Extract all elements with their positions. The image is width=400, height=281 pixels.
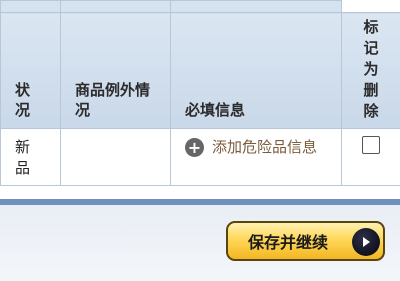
header-band-row bbox=[0, 0, 400, 13]
product-table: 状况 商品例外情况 必填信息 标记为删除 新品 + 添加危险品信息 bbox=[0, 0, 400, 186]
status-cell: 新品 bbox=[0, 128, 61, 186]
column-header-required: 必填信息 bbox=[170, 12, 342, 129]
arrow-right-icon bbox=[352, 228, 380, 256]
column-header-exception: 商品例外情况 bbox=[60, 12, 171, 129]
save-continue-label: 保存并继续 bbox=[248, 233, 329, 252]
column-header-mark-delete: 标记为删除 bbox=[341, 12, 400, 129]
column-header-status: 状况 bbox=[0, 12, 61, 129]
required-info-cell: + 添加危险品信息 bbox=[170, 128, 342, 186]
exception-cell bbox=[60, 128, 171, 186]
product-grid: 状况 商品例外情况 必填信息 标记为删除 新品 + 添加危险品信息 bbox=[0, 0, 400, 186]
band-cell bbox=[0, 0, 61, 13]
mark-delete-cell bbox=[341, 128, 400, 186]
band-cell bbox=[170, 0, 342, 13]
table-row: 新品 + 添加危险品信息 bbox=[0, 128, 400, 186]
add-dangerous-goods-label: 添加危险品信息 bbox=[212, 138, 318, 156]
header-row: 状况 商品例外情况 必填信息 标记为删除 bbox=[0, 12, 400, 129]
add-dangerous-goods-link[interactable]: + 添加危险品信息 bbox=[185, 137, 331, 158]
plus-circle-icon: + bbox=[185, 138, 204, 157]
mark-delete-checkbox[interactable] bbox=[362, 136, 380, 154]
band-cell bbox=[60, 0, 171, 13]
save-continue-button[interactable]: 保存并继续 bbox=[226, 221, 385, 261]
